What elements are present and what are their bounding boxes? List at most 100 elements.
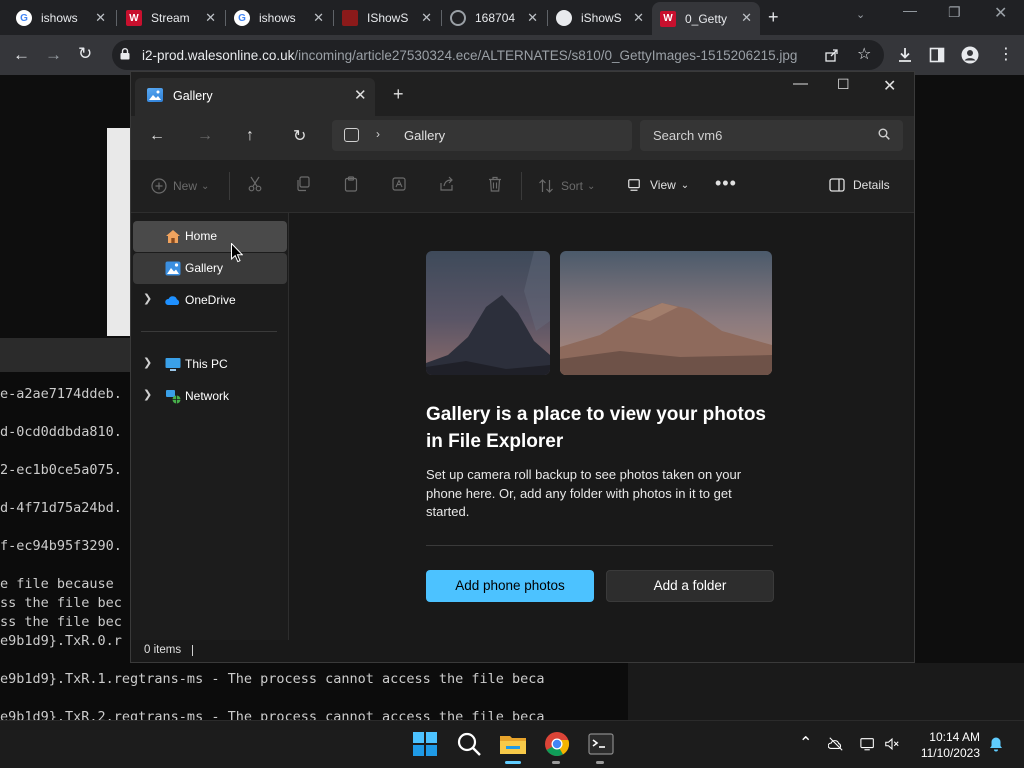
- back-icon[interactable]: ←: [149, 127, 165, 145]
- windows-start-icon[interactable]: [410, 729, 440, 759]
- copy-icon[interactable]: [296, 176, 310, 192]
- browser-tab-title: ishows: [41, 11, 78, 25]
- cut-icon[interactable]: [248, 176, 262, 192]
- close-window-icon[interactable]: ✕: [994, 3, 1007, 23]
- share-icon[interactable]: [440, 176, 454, 192]
- close-icon[interactable]: ✕: [527, 10, 538, 26]
- add-folder-button[interactable]: Add a folder: [606, 570, 774, 602]
- github-icon: [556, 10, 572, 26]
- chrome-icon[interactable]: [542, 729, 572, 759]
- new-button[interactable]: New ⌄: [151, 178, 209, 194]
- sidebar-item-home[interactable]: Home: [133, 221, 287, 252]
- chevron-right-icon[interactable]: ❯: [143, 356, 152, 369]
- browser-tab-title: 168704: [475, 11, 516, 25]
- refresh-icon[interactable]: ↻: [293, 126, 306, 146]
- tab-search-icon[interactable]: ⌄: [856, 8, 865, 21]
- display-icon[interactable]: [860, 736, 876, 752]
- download-icon[interactable]: [897, 47, 913, 63]
- breadcrumb[interactable]: › Gallery: [332, 120, 632, 151]
- sidebar-item-onedrive[interactable]: ❯ OneDrive: [133, 285, 287, 316]
- chevron-right-icon[interactable]: ›: [376, 127, 380, 141]
- close-icon[interactable]: ✕: [205, 10, 216, 26]
- view-button[interactable]: View ⌄: [627, 178, 689, 192]
- terminal-icon[interactable]: [586, 729, 616, 759]
- new-tab-button[interactable]: +: [768, 7, 779, 28]
- new-explorer-tab-button[interactable]: +: [393, 84, 404, 105]
- sample-photo-mountain-dusk: [560, 251, 772, 375]
- back-icon[interactable]: ←: [13, 45, 30, 65]
- browser-tab-strip: G ishows ✕ W Stream ✕ G ishows ✕ IShowS …: [0, 0, 1024, 35]
- notification-bell-icon[interactable]: [988, 736, 1004, 752]
- browser-tab[interactable]: IShowS ✕: [334, 4, 440, 32]
- minimize-icon[interactable]: —: [903, 2, 917, 18]
- search-icon[interactable]: [454, 729, 484, 759]
- file-explorer-icon[interactable]: [498, 729, 528, 759]
- reload-icon[interactable]: ↻: [78, 44, 92, 64]
- close-icon[interactable]: ✕: [633, 10, 644, 26]
- browser-tab[interactable]: 168704 ✕: [442, 4, 546, 32]
- rename-icon[interactable]: [392, 176, 406, 192]
- close-icon[interactable]: ✕: [741, 10, 752, 26]
- close-icon[interactable]: ✕: [421, 10, 432, 26]
- chevron-up-icon[interactable]: ⌃: [799, 733, 815, 752]
- explorer-tab[interactable]: Gallery ✕: [135, 78, 375, 116]
- command-divider: [521, 172, 522, 200]
- breadcrumb-item[interactable]: Gallery: [404, 128, 445, 143]
- more-options-icon[interactable]: •••: [715, 173, 737, 194]
- browser-tab[interactable]: iShowS ✕: [548, 4, 652, 32]
- bookmark-star-icon[interactable]: ☆: [857, 44, 871, 64]
- mouse-cursor-icon: [231, 243, 243, 263]
- globe-icon: [450, 10, 466, 26]
- sort-button[interactable]: Sort ⌄: [538, 178, 595, 194]
- close-icon[interactable]: ✕: [313, 10, 324, 26]
- up-icon[interactable]: ↑: [246, 127, 254, 145]
- search-input[interactable]: Search vm6: [640, 120, 903, 151]
- browser-tab-title: Stream: [151, 11, 190, 25]
- paste-icon[interactable]: [344, 176, 358, 192]
- terminal-line: 2-ec1b0ce5a075.: [0, 462, 122, 478]
- add-phone-photos-button[interactable]: Add phone photos: [426, 570, 594, 602]
- url-text: i2-prod.walesonline.co.uk/incoming/artic…: [142, 48, 797, 63]
- google-icon: G: [16, 10, 32, 26]
- chevron-right-icon[interactable]: ❯: [143, 292, 152, 305]
- forward-icon[interactable]: →: [197, 127, 213, 145]
- browser-tab[interactable]: W Stream ✕: [118, 4, 224, 32]
- maximize-icon[interactable]: ☐: [837, 76, 850, 93]
- taskbar: ⌃ 10:14 AM 11/10/2023: [0, 720, 1024, 768]
- gallery-description: Set up camera roll backup to see photos …: [426, 467, 742, 519]
- onedrive-tray-icon[interactable]: [828, 736, 844, 752]
- close-window-icon[interactable]: ✕: [883, 76, 896, 96]
- close-tab-icon[interactable]: ✕: [354, 86, 367, 104]
- app-indicator: [552, 761, 560, 764]
- browser-tab-active[interactable]: W 0_Getty ✕: [652, 2, 760, 35]
- chevron-right-icon[interactable]: ❯: [143, 388, 152, 401]
- view-label: View: [650, 178, 676, 192]
- forward-icon[interactable]: →: [45, 45, 62, 65]
- share-icon[interactable]: [825, 48, 839, 62]
- restore-icon[interactable]: ❐: [948, 4, 961, 21]
- delete-icon[interactable]: [488, 176, 502, 192]
- address-bar[interactable]: i2-prod.walesonline.co.uk/incoming/artic…: [112, 40, 884, 70]
- side-panel-icon[interactable]: [929, 47, 945, 63]
- sidebar-item-this-pc[interactable]: ❯ This PC: [133, 349, 287, 380]
- minimize-icon[interactable]: —: [793, 75, 808, 92]
- search-icon[interactable]: [878, 128, 890, 140]
- page-title: Gallery is a place to view your photos i…: [426, 404, 766, 452]
- browser-tab[interactable]: G ishows ✕: [8, 4, 114, 32]
- explorer-tab-title: Gallery: [173, 89, 213, 103]
- clock-date[interactable]: 11/10/2023: [912, 746, 980, 760]
- sidebar-item-gallery[interactable]: Gallery: [133, 253, 287, 284]
- site-icon: [342, 10, 358, 26]
- volume-muted-icon[interactable]: [884, 736, 900, 752]
- details-button[interactable]: Details: [829, 178, 890, 192]
- explorer-command-bar: New ⌄ Sort ⌄ View ⌄ ••• Details: [131, 160, 914, 213]
- sidebar-item-label: Home: [185, 229, 218, 243]
- sidebar-item-network[interactable]: ❯ Network: [133, 381, 287, 412]
- lock-icon: [120, 48, 130, 60]
- clock-time[interactable]: 10:14 AM: [918, 730, 980, 744]
- close-icon[interactable]: ✕: [95, 10, 106, 26]
- menu-kebab-icon[interactable]: ⋮: [998, 44, 1014, 64]
- active-app-indicator: [505, 761, 521, 764]
- browser-tab[interactable]: G ishows ✕: [226, 4, 332, 32]
- profile-icon[interactable]: [961, 46, 979, 64]
